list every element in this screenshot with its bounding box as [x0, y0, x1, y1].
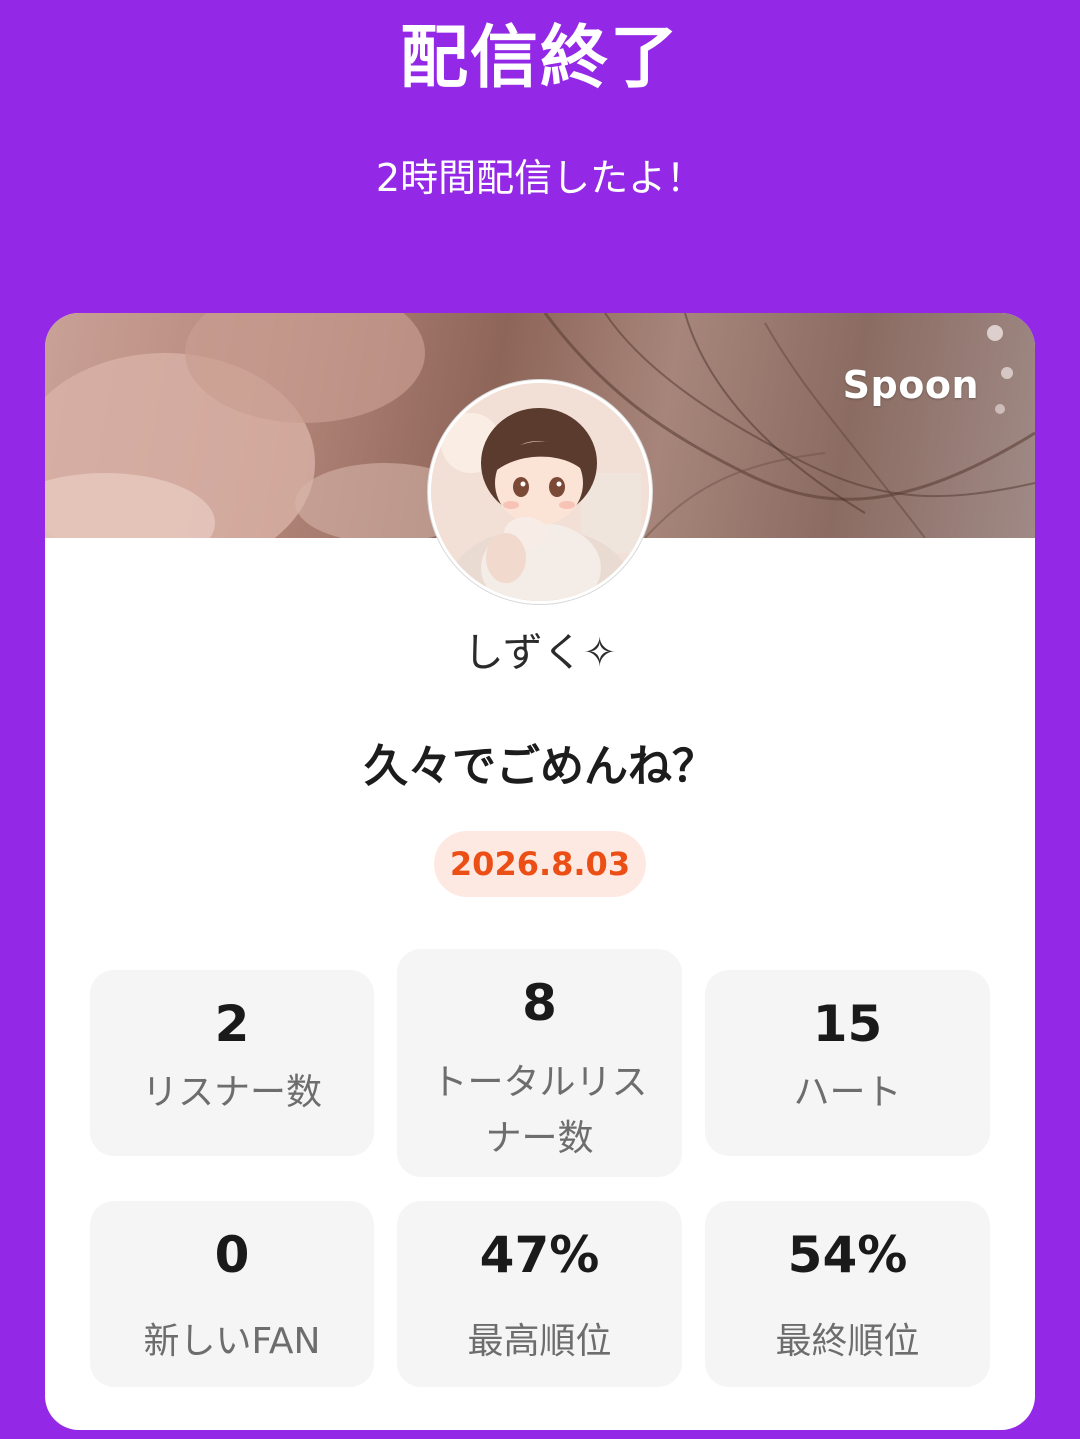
stat-new-fans: 0 新しいFAN — [90, 1201, 374, 1387]
stat-value: 2 — [214, 995, 250, 1053]
stat-highest-rank: 47% 最高順位 — [397, 1201, 682, 1387]
live-summary-card: Spoon しずく✧ 久々でごめんね？ 2026.8.03 2 リスナー数 8 … — [45, 313, 1035, 1430]
page-title: 配信終了 — [399, 19, 680, 98]
stat-label: 最高順位 — [467, 1321, 612, 1362]
stat-final-rank: 54% 最終順位 — [705, 1201, 990, 1387]
stat-label: リスナー数 — [141, 1072, 322, 1113]
stat-total-listeners: 8 トータルリス ナー数 — [397, 949, 682, 1177]
avatar[interactable] — [428, 380, 652, 604]
live-title: 久々でごめんね？ — [364, 741, 716, 792]
stat-hearts: 15 ハート — [705, 970, 990, 1156]
avatar-illustration — [431, 383, 649, 601]
stat-value: 0 — [214, 1226, 250, 1284]
date-badge: 2026.8.03 — [434, 831, 646, 897]
stat-listeners: 2 リスナー数 — [90, 970, 374, 1156]
stat-value: 54% — [787, 1226, 908, 1284]
spoon-logo: Spoon — [842, 363, 979, 407]
stat-value: 47% — [479, 1226, 600, 1284]
stat-label: ハート — [793, 1072, 902, 1113]
stat-label: 最終順位 — [775, 1321, 920, 1362]
stat-label: 新しいFAN — [143, 1321, 321, 1362]
stat-label: トータルリス ナー数 — [431, 1062, 648, 1159]
subtitle: 2時間配信したよ！ — [375, 156, 705, 200]
username: しずく✧ — [463, 630, 617, 676]
stat-value: 8 — [522, 974, 557, 1032]
stat-value: 15 — [812, 995, 883, 1053]
